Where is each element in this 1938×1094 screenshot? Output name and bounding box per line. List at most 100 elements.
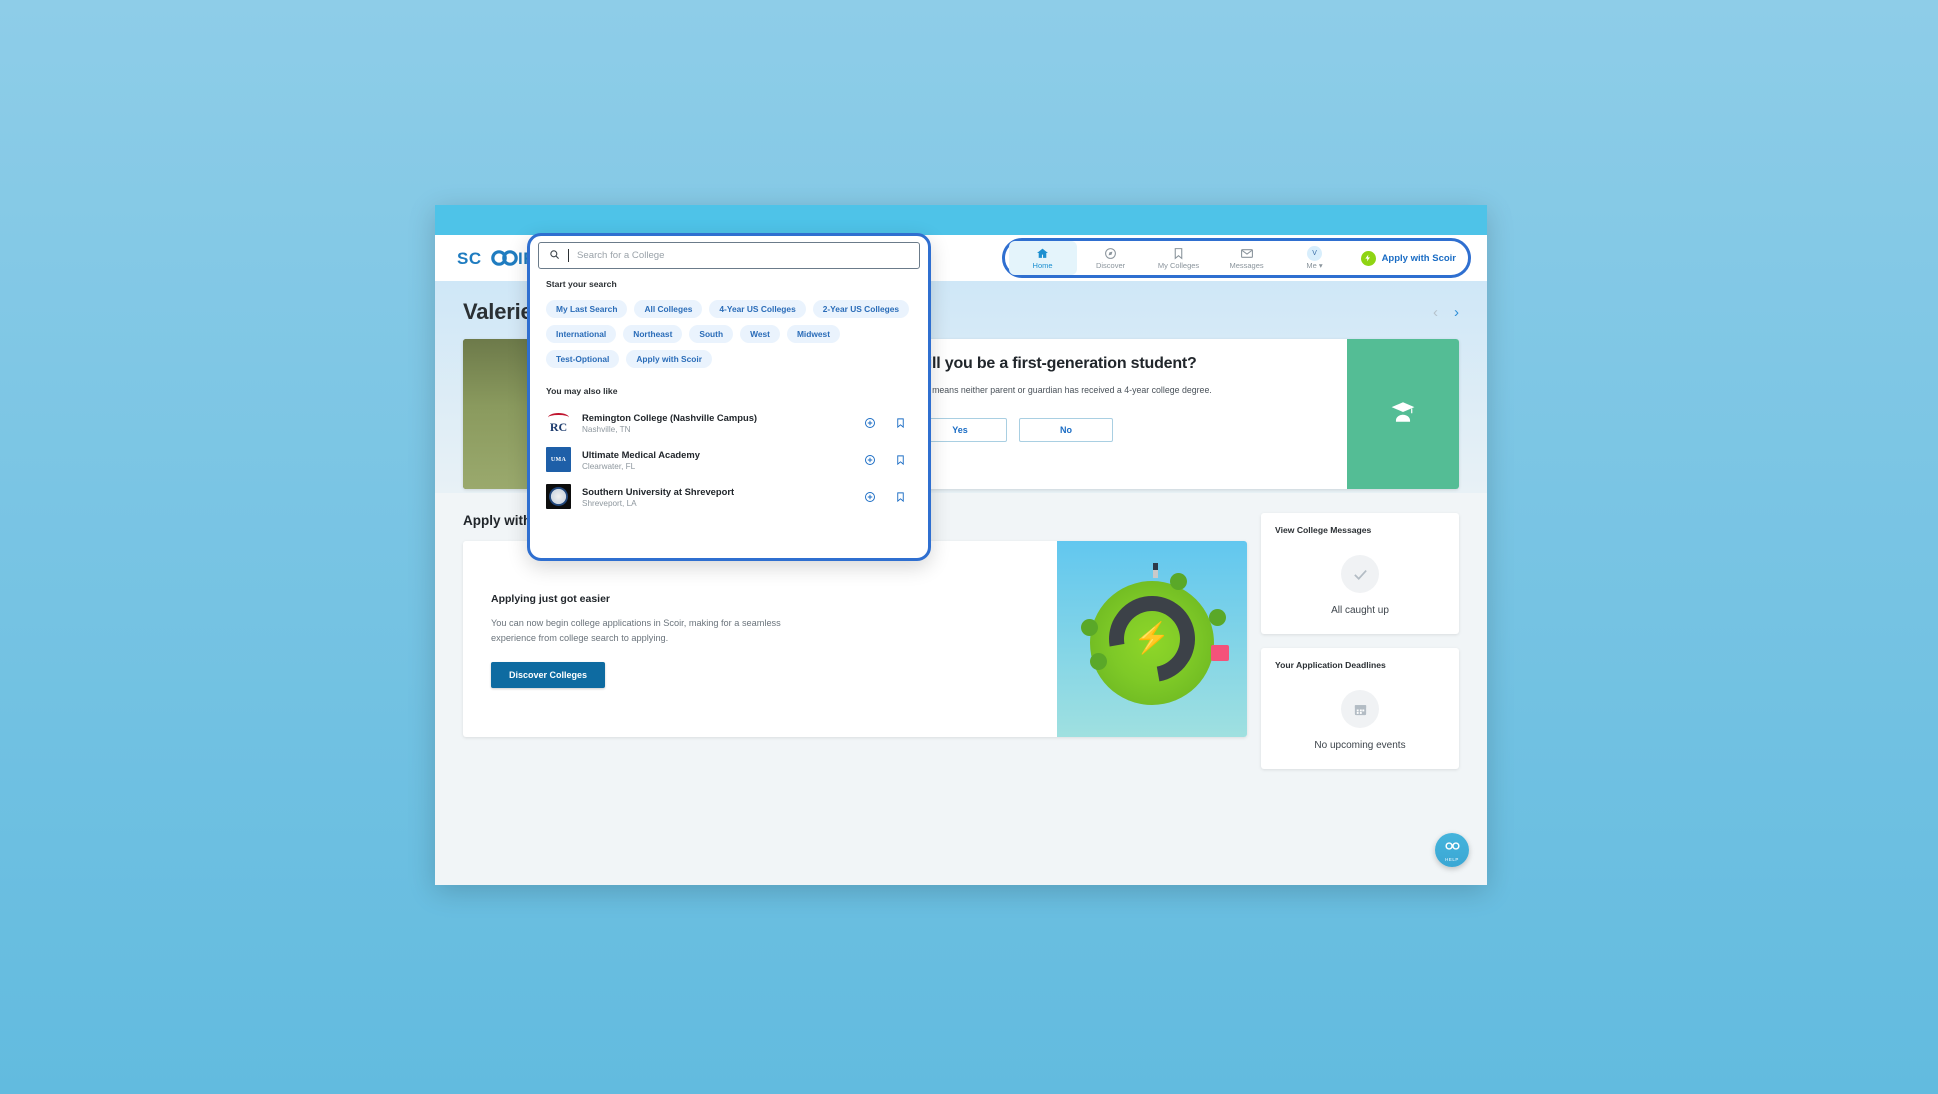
apply-promo-title: Applying just got easier (491, 593, 611, 605)
first-generation-card: Will you be a first-generation student? … (895, 339, 1459, 489)
nav-item-home[interactable]: Home (1008, 241, 1077, 275)
chip-all-colleges[interactable]: All Colleges (634, 300, 703, 318)
tree-icon (1081, 619, 1098, 636)
add-college-icon[interactable] (864, 491, 876, 503)
result-actions (864, 491, 912, 503)
you-may-also-like-label: You may also like (546, 386, 618, 396)
list-item[interactable]: RC Remington College (Nashville Campus) … (546, 404, 912, 441)
college-logo-text: UMA (550, 456, 567, 463)
chip-4-year-us-colleges[interactable]: 4-Year US Colleges (709, 300, 806, 318)
application-deadlines-empty-state: No upcoming events (1261, 690, 1459, 751)
apply-promo-illustration: ⚡ (1057, 541, 1247, 737)
chip-test-optional[interactable]: Test-Optional (546, 350, 620, 368)
discover-colleges-button[interactable]: Discover Colleges (491, 662, 605, 689)
college-messages-empty-state: All caught up (1261, 555, 1459, 616)
screen: SC IR Home (0, 0, 1938, 1094)
list-item[interactable]: UMA Ultimate Medical Academy Clearwater,… (546, 441, 912, 478)
bookmark-icon (1172, 247, 1185, 260)
add-college-icon[interactable] (864, 454, 876, 466)
bookmark-college-icon[interactable] (895, 491, 906, 503)
carousel-next-icon[interactable]: › (1454, 305, 1459, 320)
chip-international[interactable]: International (546, 325, 617, 343)
result-actions (864, 417, 912, 429)
chip-midwest[interactable]: Midwest (786, 325, 840, 343)
chip-apply-with-scoir[interactable]: Apply with Scoir (626, 350, 712, 368)
apply-promo-text: Applying just got easier You can now beg… (463, 541, 1057, 737)
check-icon (1341, 555, 1379, 593)
college-name: Southern University at Shreveport (582, 485, 735, 497)
college-logo-icon: RC (546, 410, 571, 435)
svg-text:SC: SC (457, 249, 482, 268)
bolt-illustration-icon: ⚡ (1133, 622, 1171, 655)
compass-icon (1104, 247, 1117, 260)
graduate-icon (1389, 399, 1417, 430)
bolt-icon (1360, 250, 1376, 266)
result-actions (864, 454, 912, 466)
result-text: Ultimate Medical Academy Clearwater, FL (582, 449, 853, 471)
carousel-controls: ‹ › (1433, 305, 1459, 320)
nav-item-home-label: Home (1032, 260, 1053, 270)
college-logo-icon: UMA (546, 447, 571, 472)
start-your-search-label: Start your search (546, 279, 617, 289)
college-location: Nashville, TN (582, 424, 631, 434)
application-deadlines-empty-label: No upcoming events (1314, 740, 1406, 751)
nav-item-discover-label: Discover (1095, 260, 1126, 270)
calendar-icon (1341, 690, 1379, 728)
bookmark-college-icon[interactable] (895, 454, 906, 466)
window-topbar (435, 205, 1487, 235)
nav-item-me[interactable]: V Me ▾ (1281, 241, 1349, 275)
add-college-icon[interactable] (864, 417, 876, 429)
scoir-infinity-icon (1444, 838, 1461, 856)
search-input-placeholder: Search for a College (577, 250, 665, 261)
carousel-prev-icon[interactable]: ‹ (1433, 305, 1438, 320)
nav-item-discover[interactable]: Discover (1077, 241, 1145, 275)
apply-with-scoir-nav-button[interactable]: Apply with Scoir (1360, 250, 1456, 266)
bookmark-college-icon[interactable] (895, 417, 906, 429)
result-text: Remington College (Nashville Campus) Nas… (582, 412, 853, 434)
apply-promo-card: Applying just got easier You can now beg… (463, 541, 1247, 737)
college-search-panel: Search for a College Start your search M… (534, 240, 924, 554)
graduate-illustration-panel (1347, 339, 1459, 489)
first-generation-buttons: Yes No (913, 417, 1329, 442)
nav-item-my-colleges[interactable]: My Colleges (1145, 241, 1213, 275)
text-cursor (568, 249, 569, 262)
college-logo-icon (546, 484, 571, 509)
college-messages-card: View College Messages All caught up (1261, 513, 1459, 634)
nav-item-me-label: Me ▾ (1306, 260, 1323, 270)
chip-my-last-search[interactable]: My Last Search (546, 300, 628, 318)
chip-northeast[interactable]: Northeast (623, 325, 683, 343)
application-deadlines-title: Your Application Deadlines (1275, 660, 1386, 670)
nav-item-my-colleges-label: My Colleges (1157, 260, 1200, 270)
first-generation-title: Will you be a first-generation student? (913, 355, 1197, 372)
first-generation-no-button[interactable]: No (1019, 417, 1113, 442)
application-deadlines-card: Your Application Deadlines No upcoming e… (1261, 648, 1459, 769)
nav-item-messages[interactable]: Messages (1213, 241, 1281, 275)
nav-links-group: Home Discover My Colleges Messages V Me … (1001, 238, 1471, 278)
help-widget-button[interactable]: HELP (1435, 833, 1469, 867)
tree-icon (1209, 609, 1226, 626)
college-location: Clearwater, FL (582, 461, 636, 471)
search-input[interactable]: Search for a College (538, 242, 920, 269)
search-filter-chips: My Last Search All Colleges 4-Year US Co… (546, 300, 912, 368)
person-illustration (1153, 563, 1158, 578)
college-messages-title: View College Messages (1275, 525, 1372, 535)
nav-item-messages-label: Messages (1229, 260, 1264, 270)
first-generation-content: Will you be a first-generation student? … (895, 339, 1347, 489)
mailbox-illustration (1211, 645, 1229, 661)
first-generation-subtitle: This means neither parent or guardian ha… (913, 384, 1212, 395)
apply-with-scoir-nav-label: Apply with Scoir (1381, 252, 1456, 264)
search-icon (549, 247, 560, 265)
list-item[interactable]: Southern University at Shreveport Shreve… (546, 478, 912, 515)
college-location: Shreveport, LA (582, 498, 637, 508)
avatar-icon: V (1307, 245, 1323, 261)
college-seal (549, 487, 568, 506)
college-name: Remington College (Nashville Campus) (582, 411, 758, 423)
right-sidebar: View College Messages All caught up Your… (1261, 513, 1459, 769)
chip-south[interactable]: South (689, 325, 734, 343)
help-widget-label: HELP (1445, 857, 1459, 862)
chip-west[interactable]: West (740, 325, 780, 343)
tree-icon (1090, 653, 1107, 670)
chip-2-year-us-colleges[interactable]: 2-Year US Colleges (812, 300, 910, 318)
college-logo-text: RC (549, 420, 568, 434)
college-messages-empty-label: All caught up (1331, 605, 1389, 616)
